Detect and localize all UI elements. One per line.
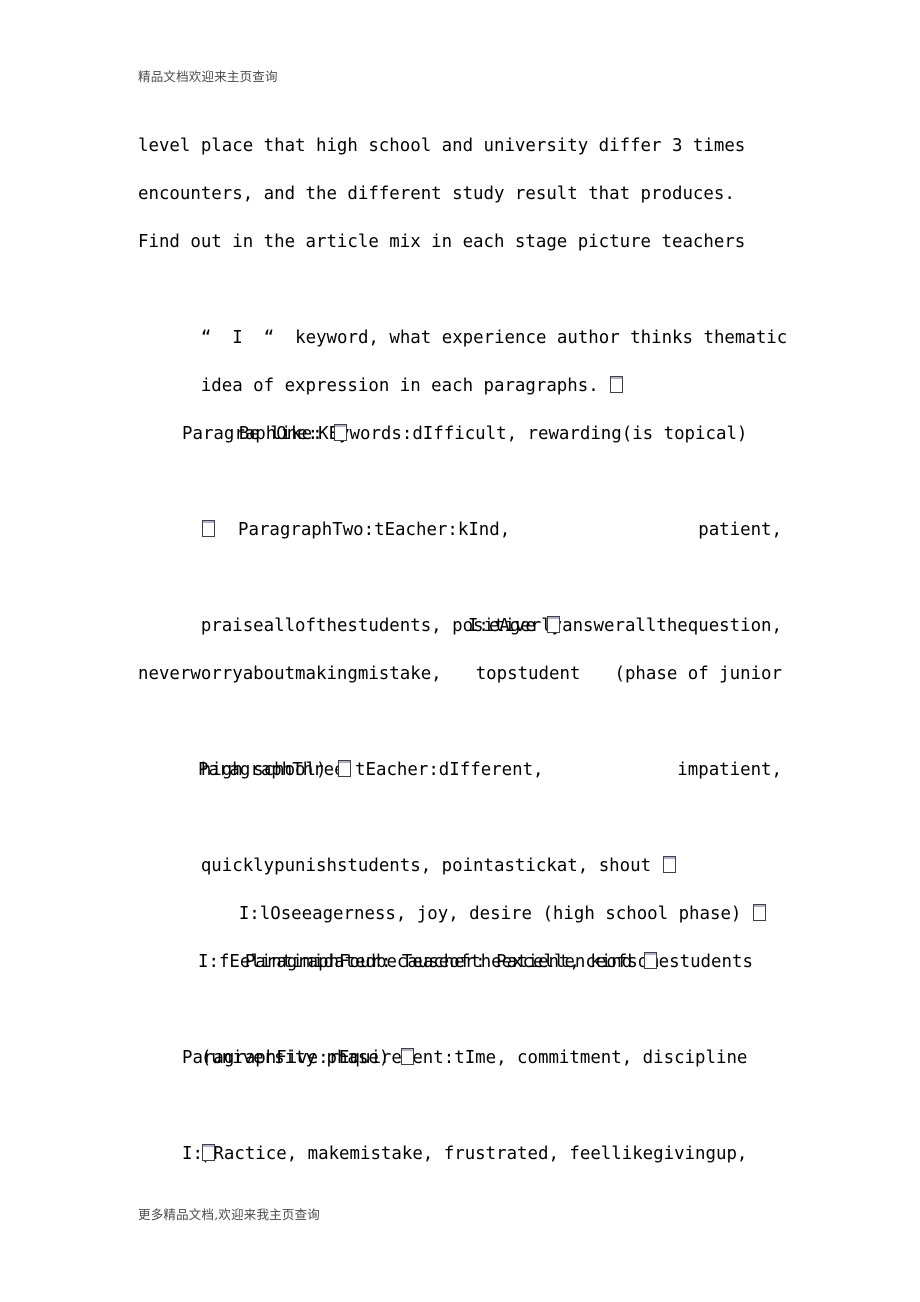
line-text-left: ParagraphTwo:tEacher:kInd, (238, 520, 511, 540)
missing-glyph-box (337, 760, 351, 777)
text-line-with-box: praiseallofthestudents, positive (138, 554, 782, 636)
line-text-right: patient, (698, 520, 782, 540)
document-body: level place that high school and univers… (138, 122, 787, 1178)
line-text-left: ParagraphThree:tEacher:dIfferent, (198, 760, 544, 780)
line-text: idea of expression in each paragraphs. (200, 376, 599, 396)
text-line: Find out in the article mix in each stag… (138, 232, 746, 252)
text-line-with-box: (university phase) (138, 986, 782, 1068)
text-line-justified: neverworryaboutmakingmistake, topstudent… (138, 650, 782, 698)
text-line-box-only (138, 1082, 782, 1161)
text-line: ParagraphOne:KEywords:dIfficult, rewardi… (182, 424, 748, 444)
missing-glyph-box (400, 1048, 414, 1065)
line-text-right: impatient, (677, 760, 782, 780)
text-line-quoted: “ I “ keyword, what experience author th… (138, 266, 787, 348)
line-text-c: (phase of junior (614, 664, 782, 684)
text-line: level place that high school and univers… (138, 136, 746, 156)
spacer-1 (211, 328, 232, 348)
text-line: encounters, and the different study resu… (138, 184, 735, 204)
justify-gap (580, 650, 614, 698)
text-line: I:pRactice, makemistake, frustrated, fee… (182, 1144, 748, 1164)
text-line-with-box: quicklypunishstudents, pointastickat, sh… (138, 794, 782, 876)
missing-glyph-box (752, 904, 766, 921)
quote-open-mark: “ (200, 328, 212, 348)
header-watermark: 精品文档欢迎来主页查询 (138, 69, 278, 84)
justify-gap (544, 746, 678, 794)
missing-glyph-box (547, 616, 561, 633)
keyword-letter: I (232, 328, 243, 348)
line-text-a: neverworryaboutmakingmistake, (138, 664, 442, 684)
text-line: ParagraphFive:rEquirement:tIme, commitme… (182, 1048, 748, 1068)
missing-glyph-box (201, 520, 215, 537)
text-line-justified: ParagraphThree:tEacher:dIfferent, impati… (138, 746, 782, 794)
footer-watermark: 更多精品文档,欢迎来我主页查询 (138, 1207, 320, 1222)
missing-glyph-box (662, 856, 676, 873)
text-line-box-only (138, 458, 782, 537)
missing-glyph-box (201, 1144, 215, 1161)
text-line: I:fEelintimidatedbecauseoftheexcellenceo… (198, 952, 753, 972)
spacer-2 (243, 328, 264, 348)
quote-close-mark: “ (263, 328, 275, 348)
text-line-with-box: high school) (138, 698, 782, 780)
document-page: 精品文档欢迎来主页查询 level place that high school… (0, 0, 920, 1302)
missing-glyph-box (610, 376, 624, 393)
missing-glyph-box (643, 952, 657, 969)
text-line-justified: ParagraphTwo:tEacher:kInd, patient, (138, 506, 782, 554)
line-text-b: topstudent (475, 664, 581, 684)
spacer-3 (274, 328, 295, 348)
justify-gap (442, 650, 476, 698)
line-remainder: keyword, what experience author thinks t… (295, 328, 788, 348)
line-text: I:lOseeagerness, joy, desire (high schoo… (238, 904, 742, 924)
line-text: quicklypunishstudents, pointastickat, sh… (200, 856, 652, 876)
missing-glyph-box (334, 424, 348, 441)
justify-gap (510, 506, 698, 554)
